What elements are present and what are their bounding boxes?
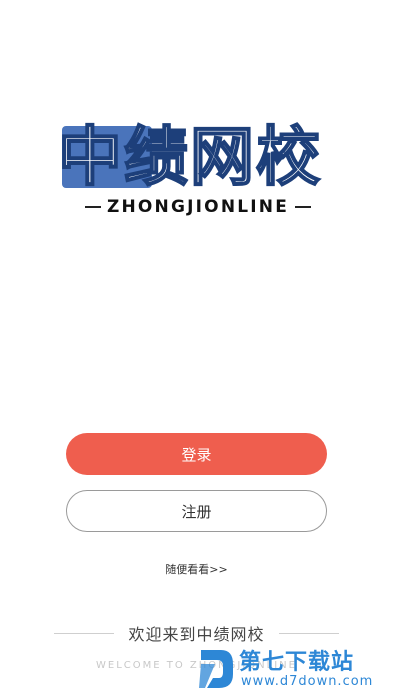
divider-right	[278, 632, 339, 634]
browse-link[interactable]: 随便看看>>	[0, 561, 393, 577]
logo-english-text: ZHONGJIONLINE	[106, 197, 290, 217]
watermark-name: 第七下载站	[239, 650, 355, 675]
app-logo: 中绩网校 ZHONGJIONLINE	[57, 118, 338, 218]
d7-logo-icon	[199, 650, 233, 688]
logo-chinese-text: 中绩网校	[57, 120, 322, 196]
watermark-url: www.d7down.com	[241, 674, 374, 689]
login-button[interactable]: 登录	[66, 433, 327, 475]
logo-english: ZHONGJIONLINE	[58, 196, 338, 218]
logo-dash-right	[295, 206, 312, 208]
watermark: 第七下载站 www.d7down.com	[197, 642, 387, 694]
logo-dash-left	[84, 206, 101, 208]
divider-left	[54, 632, 115, 634]
register-button[interactable]: 注册	[66, 490, 327, 532]
